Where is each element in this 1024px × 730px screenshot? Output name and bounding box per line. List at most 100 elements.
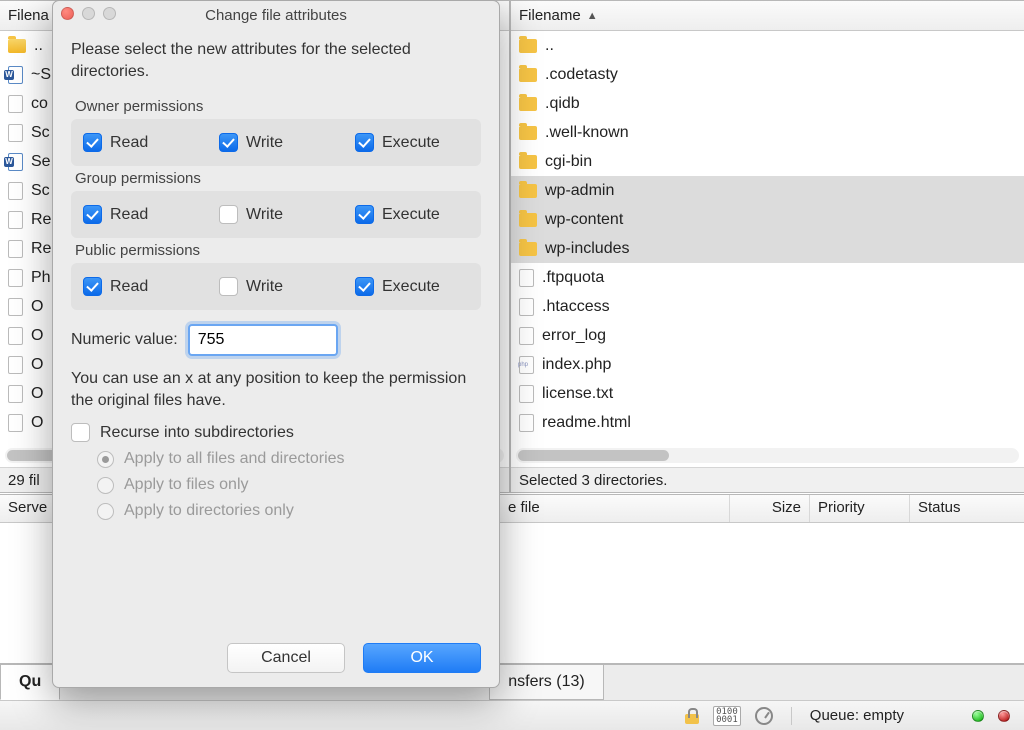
group-permissions-block: Group permissionsReadWriteExecute	[71, 166, 481, 238]
folder-icon	[519, 242, 537, 256]
activity-led-download	[972, 710, 984, 722]
lock-icon[interactable]	[685, 708, 699, 724]
file-icon	[8, 327, 23, 345]
ok-button-label: OK	[410, 649, 433, 667]
owner-read-wrap: Read	[83, 133, 193, 152]
remote-column-header[interactable]: Filename ▲	[511, 1, 1024, 31]
file-row[interactable]: index.php	[511, 350, 1024, 379]
separator	[791, 707, 792, 725]
file-name: Ph	[31, 269, 51, 287]
remote-header-label: Filename	[519, 7, 581, 24]
radio-apply-dirs-label: Apply to directories only	[124, 502, 294, 520]
file-name: Se	[31, 153, 51, 171]
owner-read-checkbox[interactable]	[83, 133, 102, 152]
file-name: wp-includes	[545, 240, 629, 258]
recurse-checkbox[interactable]	[71, 423, 90, 442]
dialog-titlebar[interactable]: Change file attributes	[53, 1, 499, 29]
folder-icon	[519, 155, 537, 169]
folder-icon	[519, 213, 537, 227]
file-icon	[8, 124, 23, 142]
remote-scrollbar[interactable]	[516, 448, 1019, 463]
file-row[interactable]: readme.html	[511, 408, 1024, 437]
public-write-label: Write	[246, 278, 283, 296]
radio-apply-all	[97, 451, 114, 468]
file-icon	[519, 385, 534, 403]
tab-failed-transfers[interactable]: nsfers (13)	[489, 665, 603, 700]
ok-button[interactable]: OK	[363, 643, 481, 673]
public-permissions-block: Public permissionsReadWriteExecute	[71, 238, 481, 310]
owner-execute-label: Execute	[382, 134, 440, 152]
binary-icon[interactable]: 01000001	[713, 706, 741, 726]
numeric-hint: You can use an x at any position to keep…	[71, 368, 481, 411]
tab-queued-label: Qu	[19, 673, 41, 691]
file-icon	[8, 95, 23, 113]
file-name: co	[31, 95, 48, 113]
word-doc-icon	[8, 66, 23, 84]
file-row[interactable]: .codetasty	[511, 60, 1024, 89]
file-icon	[8, 269, 23, 287]
group-write-checkbox[interactable]	[219, 205, 238, 224]
file-name: Sc	[31, 124, 50, 142]
public-permissions-title: Public permissions	[71, 238, 481, 263]
col-priority[interactable]: Priority	[810, 495, 910, 522]
file-row[interactable]: .well-known	[511, 118, 1024, 147]
file-name: ..	[34, 37, 43, 55]
file-row[interactable]: .ftpquota	[511, 263, 1024, 292]
group-execute-checkbox[interactable]	[355, 205, 374, 224]
file-name: Sc	[31, 182, 50, 200]
file-row[interactable]: .qidb	[511, 89, 1024, 118]
public-write-wrap: Write	[219, 277, 329, 296]
owner-permissions-row: Read Write Execute	[71, 119, 481, 166]
owner-write-checkbox[interactable]	[219, 133, 238, 152]
local-header-label: Filena	[8, 7, 49, 24]
recurse-label: Recurse into subdirectories	[100, 424, 294, 442]
folder-icon	[519, 97, 537, 111]
dialog-instruction: Please select the new attributes for the…	[71, 39, 481, 82]
public-execute-checkbox[interactable]	[355, 277, 374, 296]
file-icon	[8, 356, 23, 374]
file-name: wp-admin	[545, 182, 614, 200]
statusbar: 01000001 Queue: empty	[0, 700, 1024, 730]
file-row[interactable]: ..	[511, 31, 1024, 60]
cancel-button[interactable]: Cancel	[227, 643, 345, 673]
activity-led-upload	[998, 710, 1010, 722]
radio-apply-dirs-row: Apply to directories only	[97, 502, 481, 520]
close-window-button[interactable]	[61, 7, 74, 20]
file-name: O	[31, 414, 43, 432]
minimize-window-button[interactable]	[82, 7, 95, 20]
speed-gauge-icon[interactable]	[755, 707, 773, 725]
file-name: wp-content	[545, 211, 623, 229]
numeric-value-input[interactable]	[188, 324, 338, 356]
folder-icon	[519, 184, 537, 198]
file-row[interactable]: wp-content	[511, 205, 1024, 234]
folder-icon	[519, 126, 537, 140]
col-status[interactable]: Status	[910, 495, 1024, 522]
file-name: cgi-bin	[545, 153, 592, 171]
group-read-checkbox[interactable]	[83, 205, 102, 224]
remote-scrollbar-thumb[interactable]	[518, 450, 669, 461]
remote-file-list[interactable]: ...codetasty.qidb .well-known cgi-bin wp-ad…	[511, 31, 1024, 467]
file-name: .htaccess	[542, 298, 610, 316]
file-row[interactable]: wp-includes	[511, 234, 1024, 263]
remote-status-text: Selected 3 directories.	[519, 472, 667, 489]
file-row[interactable]: wp-admin	[511, 176, 1024, 205]
file-row[interactable]: .htaccess	[511, 292, 1024, 321]
word-doc-icon	[8, 153, 23, 171]
file-icon	[519, 298, 534, 316]
col-size[interactable]: Size	[730, 495, 810, 522]
tab-failed-label: nsfers (13)	[508, 673, 584, 691]
file-row[interactable]: license.txt	[511, 379, 1024, 408]
cancel-button-label: Cancel	[261, 649, 311, 667]
zoom-window-button[interactable]	[103, 7, 116, 20]
public-read-label: Read	[110, 278, 148, 296]
owner-write-label: Write	[246, 134, 283, 152]
public-write-checkbox[interactable]	[219, 277, 238, 296]
file-row[interactable]: cgi-bin	[511, 147, 1024, 176]
remote-status-strip: Selected 3 directories.	[511, 467, 1024, 492]
owner-execute-checkbox[interactable]	[355, 133, 374, 152]
sort-asc-icon: ▲	[587, 10, 598, 22]
file-name: .well-known	[545, 124, 629, 142]
file-row[interactable]: error_log	[511, 321, 1024, 350]
public-read-checkbox[interactable]	[83, 277, 102, 296]
col-remote-file[interactable]: e file	[500, 495, 730, 522]
